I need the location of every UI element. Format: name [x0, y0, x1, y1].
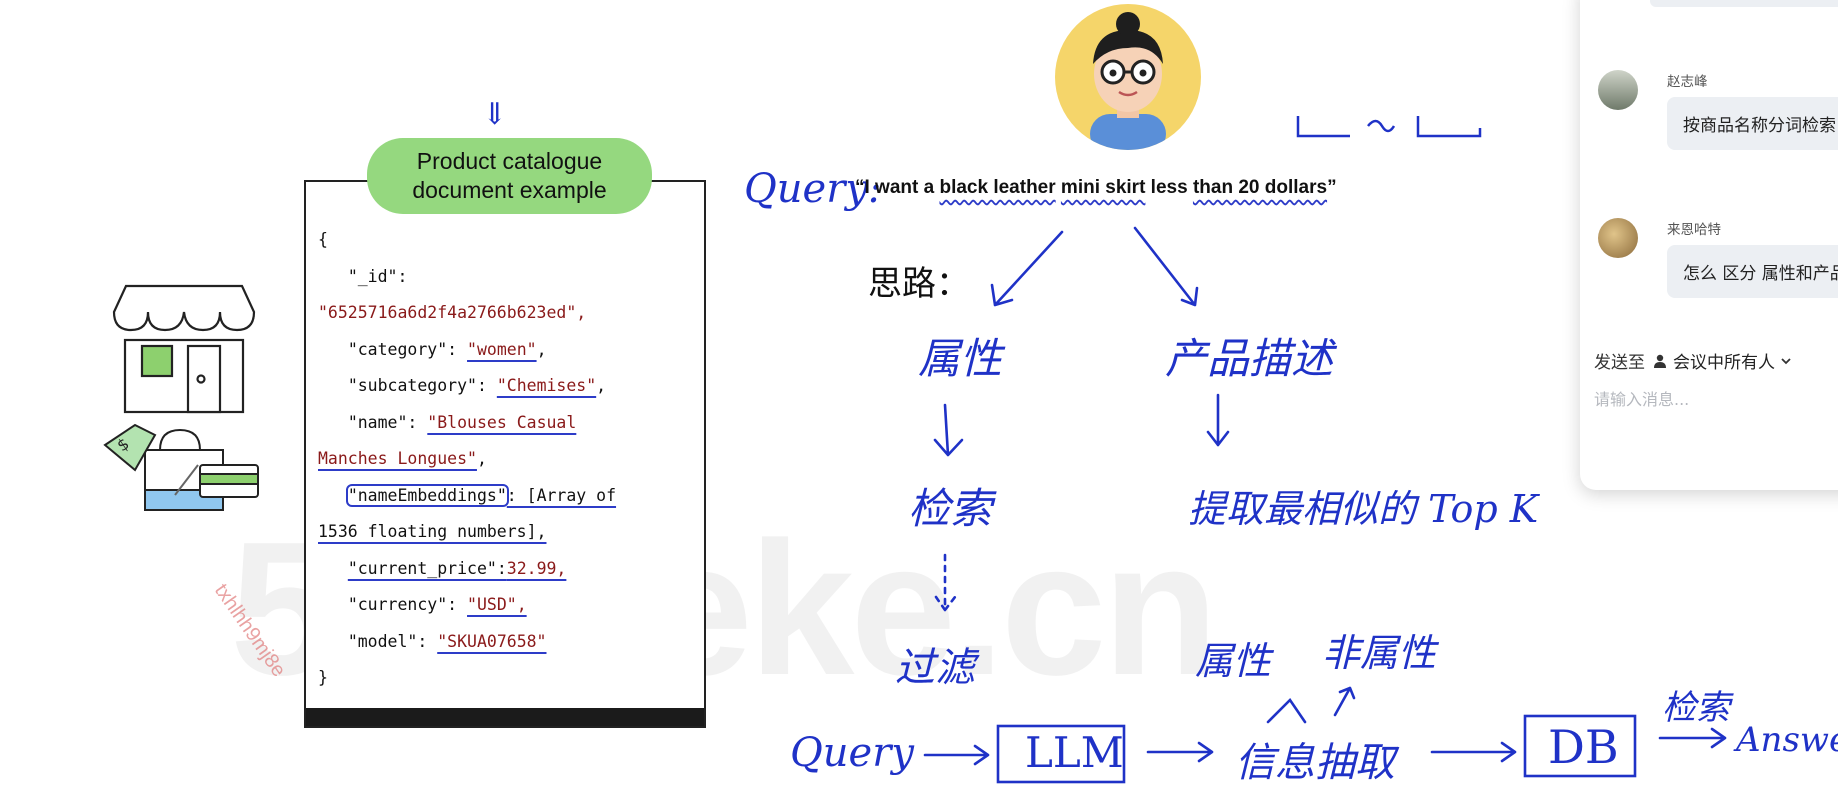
db-box-label: DB [1548, 720, 1619, 774]
send-to-row: 发送至 会议中所有人 [1594, 348, 1793, 373]
non-attribute-output-label: 非属性 [1322, 631, 1437, 675]
send-to-selector[interactable]: 会议中所有人 [1653, 348, 1793, 373]
message-input[interactable]: 请输入消息... [1594, 386, 1689, 410]
filter-label: 过滤 [895, 645, 975, 691]
chat-panel: 赵志峰 按商品名称分词检索 来恩哈特 怎么 区分 属性和产品 发送至 会议中所有… [1580, 0, 1838, 490]
retrieve-label: 检索 [1662, 688, 1730, 728]
chevron-down-icon [1781, 357, 1791, 364]
message-bubble[interactable]: 按商品名称分词检索 [1667, 97, 1838, 150]
person-icon [1654, 354, 1666, 368]
llm-box-label: LLM [1025, 728, 1124, 777]
flow-query-label: Query [790, 730, 914, 776]
avatar[interactable] [1598, 70, 1638, 110]
search-label: 检索 [908, 484, 993, 533]
info-extract-label: 信息抽取 [1235, 740, 1395, 786]
message-bubble[interactable]: 怎么 区分 属性和产品 [1667, 245, 1838, 298]
extract-topk-label: 提取最相似的 Top K [1188, 487, 1539, 531]
sender-name: 来恩哈特 [1667, 222, 1721, 238]
avatar[interactable] [1598, 218, 1638, 258]
send-to-label: 发送至 [1594, 353, 1645, 373]
product-description-label: 产品描述 [1165, 334, 1334, 383]
sender-name: 赵志峰 [1667, 74, 1708, 90]
answer-label: Answer [1736, 720, 1838, 760]
send-to-target: 会议中所有人 [1673, 353, 1775, 373]
attribute-label: 属性 [918, 334, 1003, 383]
attribute-output-label: 属性 [1195, 639, 1272, 683]
previous-message-bubble [1650, 0, 1838, 7]
